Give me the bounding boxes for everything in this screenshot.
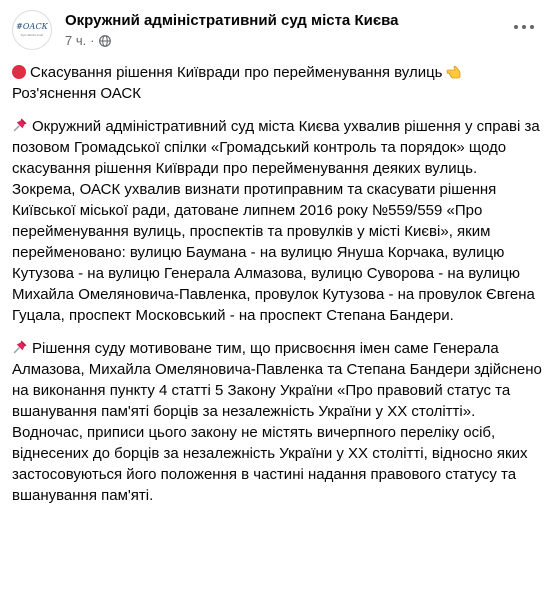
post-meta: 7 ч. · xyxy=(65,33,111,48)
pointing-hand-icon xyxy=(446,65,460,79)
ellipsis-icon-dot xyxy=(514,25,518,29)
post-headline: Скасування рішення Київради про переймен… xyxy=(30,64,443,81)
post-headline-paragraph: Скасування рішення Київради про переймен… xyxy=(12,62,542,104)
more-options-button[interactable] xyxy=(506,12,542,42)
post-subheadline: Роз'яснення ОАСК xyxy=(12,85,141,102)
post-timestamp[interactable]: 7 ч. xyxy=(65,33,86,48)
post-header: #ОАСК Kyiv district court Окружний адмін… xyxy=(12,10,542,54)
paragraph-1-text: Окружний адміністративний суд міста Києв… xyxy=(12,118,540,324)
post-body: Скасування рішення Київради про переймен… xyxy=(12,62,542,518)
globe-icon xyxy=(98,34,111,47)
avatar-logo-subtext: Kyiv district court xyxy=(20,33,44,37)
post-paragraph-1: Окружний адміністративний суд міста Києв… xyxy=(12,116,542,326)
pushpin-icon xyxy=(13,340,27,354)
avatar-logo-text: #ОАСК xyxy=(16,22,48,31)
paragraph-2-text: Рішення суду мотивоване тим, що присвоєн… xyxy=(12,340,542,504)
pushpin-icon xyxy=(13,118,27,132)
ellipsis-icon-dot xyxy=(530,25,534,29)
meta-separator: · xyxy=(90,33,95,48)
page-avatar[interactable]: #ОАСК Kyiv district court xyxy=(12,10,52,50)
page-name-link[interactable]: Окружний адміністративний суд міста Києв… xyxy=(65,12,398,29)
red-circle-icon xyxy=(12,65,26,79)
ellipsis-icon-dot xyxy=(522,25,526,29)
facebook-post: #ОАСК Kyiv district court Окружний адмін… xyxy=(0,0,554,593)
post-paragraph-2: Рішення суду мотивоване тим, що присвоєн… xyxy=(12,338,542,506)
